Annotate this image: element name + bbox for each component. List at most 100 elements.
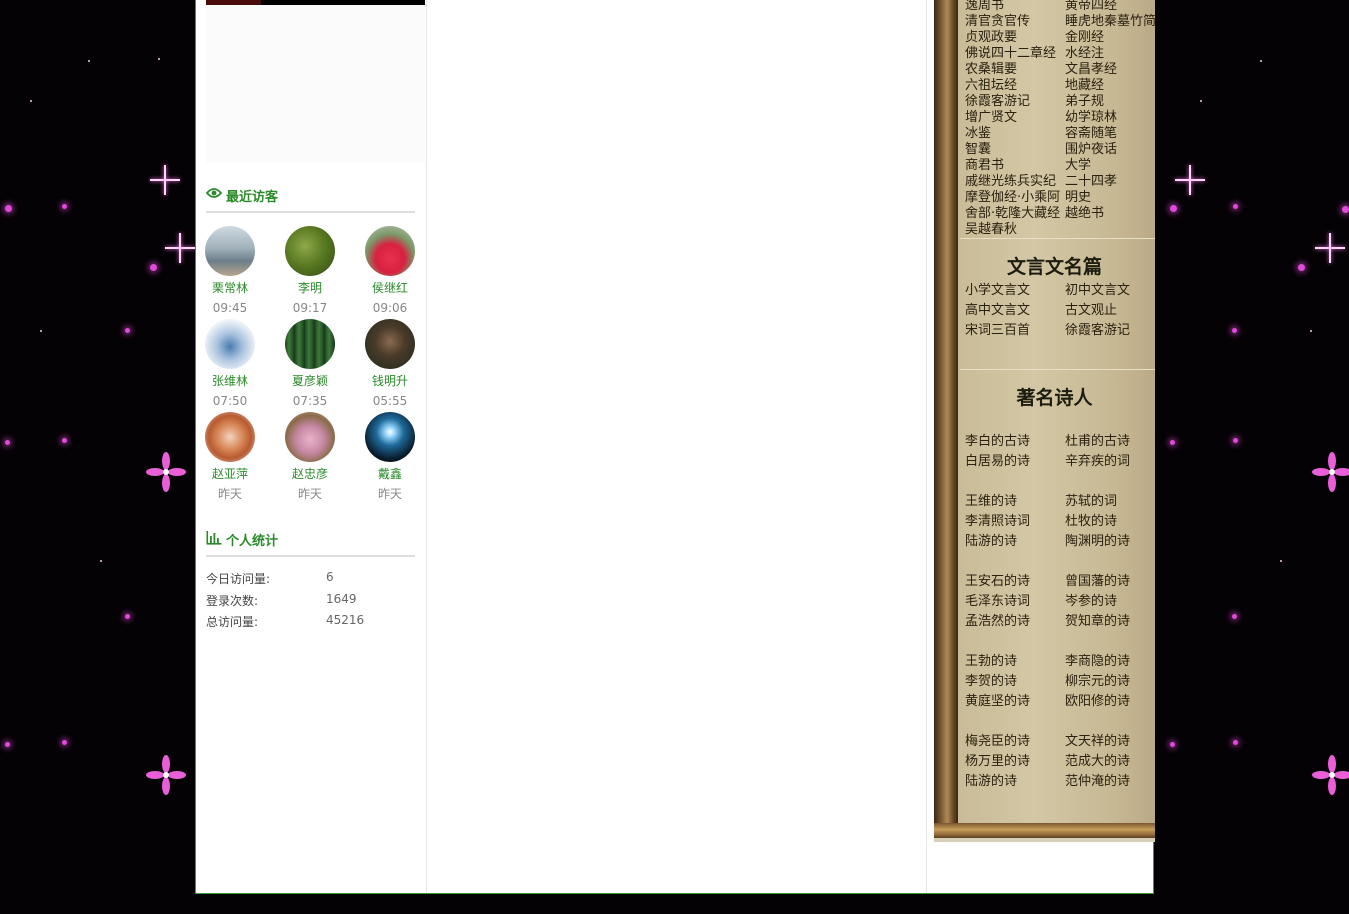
avatar[interactable] <box>205 319 255 369</box>
scroll-link[interactable]: 孟浩然的诗 <box>965 614 1030 630</box>
scroll-link[interactable]: 杨万里的诗 <box>965 754 1030 770</box>
scroll-link[interactable]: 冰鉴 <box>965 126 991 142</box>
media-player[interactable] <box>206 0 425 163</box>
scroll-link[interactable]: 金刚经 <box>1065 30 1104 46</box>
scroll-link[interactable]: 贞观政要 <box>965 30 1017 46</box>
scroll-link[interactable]: 越绝书 <box>1065 206 1104 222</box>
scroll-link[interactable]: 王安石的诗 <box>965 574 1030 590</box>
visitor-card[interactable]: 夏彦颖 07:35 <box>280 319 340 409</box>
scroll-link[interactable]: 增广贤文 <box>965 110 1017 126</box>
scroll-link[interactable]: 初中文言文 <box>1065 283 1130 299</box>
scroll-link[interactable]: 徐霞客游记 <box>965 94 1030 110</box>
scroll-link[interactable]: 商君书 <box>965 158 1004 174</box>
scroll-link[interactable]: 幼学琼林 <box>1065 110 1117 126</box>
scroll-link[interactable]: 戚继光练兵实纪 <box>965 174 1056 190</box>
visitor-name[interactable]: 钱明升 <box>360 372 420 390</box>
scroll-link[interactable]: 围炉夜话 <box>1065 142 1117 158</box>
scroll-link[interactable]: 文昌孝经 <box>1065 62 1117 78</box>
scroll-link[interactable]: 贺知章的诗 <box>1065 614 1130 630</box>
scroll-link[interactable]: 农桑辑要 <box>965 62 1017 78</box>
sparkle <box>1232 614 1237 619</box>
scroll-link[interactable]: 地藏经 <box>1065 78 1104 94</box>
scroll-link[interactable]: 曾国藩的诗 <box>1065 574 1130 590</box>
scroll-link[interactable]: 弟子规 <box>1065 94 1104 110</box>
scroll-link[interactable]: 杜甫的古诗 <box>1065 434 1130 450</box>
visitor-card[interactable]: 李明 09:17 <box>280 226 340 316</box>
scroll-link[interactable]: 范成大的诗 <box>1065 754 1130 770</box>
scroll-link[interactable]: 智囊 <box>965 142 991 158</box>
scroll-link[interactable]: 睡虎地秦墓竹简 <box>1065 14 1156 30</box>
scroll-link[interactable]: 陆游的诗 <box>965 774 1017 790</box>
avatar[interactable] <box>205 412 255 462</box>
scroll-bottom-roll <box>934 823 1155 839</box>
scroll-link[interactable]: 欧阳修的诗 <box>1065 694 1130 710</box>
scroll-link[interactable]: 水经注 <box>1065 46 1104 62</box>
scroll-link[interactable]: 范仲淹的诗 <box>1065 774 1130 790</box>
scroll-link[interactable]: 杜牧的诗 <box>1065 514 1117 530</box>
scroll-link[interactable]: 高中文言文 <box>965 303 1030 319</box>
visitor-name[interactable]: 赵亚萍 <box>200 465 260 483</box>
scroll-link[interactable]: 宋词三百首 <box>965 323 1030 339</box>
scroll-link[interactable]: 柳宗元的诗 <box>1065 674 1130 690</box>
visitor-name[interactable]: 赵忠彦 <box>280 465 340 483</box>
scroll-link[interactable]: 白居易的诗 <box>965 454 1030 470</box>
scroll-link[interactable]: 六祖坛经 <box>965 78 1017 94</box>
scroll-link[interactable]: 李清照诗词 <box>965 514 1030 530</box>
avatar[interactable] <box>285 412 335 462</box>
avatar[interactable] <box>205 226 255 276</box>
scroll-link[interactable]: 毛泽东诗词 <box>965 594 1030 610</box>
visitor-card[interactable]: 侯继红 09:06 <box>360 226 420 316</box>
scroll-link[interactable]: 舍部·乾隆大藏经 <box>965 206 1060 222</box>
visitor-name[interactable]: 栗常林 <box>200 279 260 297</box>
scroll-link[interactable]: 李白的古诗 <box>965 434 1030 450</box>
scroll-link[interactable]: 吴越春秋 <box>965 222 1017 238</box>
visitor-name[interactable]: 夏彦颖 <box>280 372 340 390</box>
scroll-link[interactable]: 容斋随笔 <box>1065 126 1117 142</box>
sparkle <box>1170 205 1177 212</box>
scroll-link[interactable]: 明史 <box>1065 190 1091 206</box>
scroll-link[interactable]: 黄庭坚的诗 <box>965 694 1030 710</box>
scroll-link[interactable]: 王勃的诗 <box>965 654 1017 670</box>
avatar[interactable] <box>365 319 415 369</box>
progress-bar[interactable] <box>206 0 425 5</box>
scroll-link[interactable]: 陶渊明的诗 <box>1065 534 1130 550</box>
stat-label: 总访问量: <box>206 615 259 629</box>
scroll-link[interactable]: 古文观止 <box>1065 303 1117 319</box>
scroll-link[interactable]: 王维的诗 <box>965 494 1017 510</box>
scroll-link[interactable]: 摩登伽经·小乘阿 <box>965 190 1060 206</box>
visitor-card[interactable]: 钱明升 05:55 <box>360 319 420 409</box>
scroll-link[interactable]: 李贺的诗 <box>965 674 1017 690</box>
scroll-link[interactable]: 梅尧臣的诗 <box>965 734 1030 750</box>
scroll-link[interactable]: 苏轼的词 <box>1065 494 1117 510</box>
visitor-name[interactable]: 李明 <box>280 279 340 297</box>
scroll-link[interactable]: 大学 <box>1065 158 1091 174</box>
avatar[interactable] <box>285 226 335 276</box>
scroll-link[interactable]: 小学文言文 <box>965 283 1030 299</box>
scroll-link[interactable]: 佛说四十二章经 <box>965 46 1056 62</box>
scroll-link[interactable]: 黄帝四经 <box>1065 0 1117 14</box>
visitor-card[interactable]: 赵亚萍 昨天 <box>200 412 260 502</box>
visitor-name[interactable]: 张维林 <box>200 372 260 390</box>
scroll-link[interactable]: 李商隐的诗 <box>1065 654 1130 670</box>
scroll-link[interactable]: 清官贪官传 <box>965 14 1030 30</box>
scroll-rod <box>934 0 958 835</box>
scroll-link[interactable]: 二十四孝 <box>1065 174 1117 190</box>
scroll-link[interactable]: 徐霞客游记 <box>1065 323 1130 339</box>
visitor-name[interactable]: 侯继红 <box>360 279 420 297</box>
visitor-card[interactable]: 戴鑫 昨天 <box>360 412 420 502</box>
visitor-card[interactable]: 赵忠彦 昨天 <box>280 412 340 502</box>
scroll-link[interactable]: 逸周书 <box>965 0 1004 14</box>
scroll-link[interactable]: 岑参的诗 <box>1065 594 1117 610</box>
avatar[interactable] <box>365 412 415 462</box>
scroll-link[interactable]: 文天祥的诗 <box>1065 734 1130 750</box>
stat-label: 登录次数: <box>206 594 259 608</box>
visitor-name[interactable]: 戴鑫 <box>360 465 420 483</box>
recent-visitors-header: 最近访客 <box>206 181 415 213</box>
visitor-card[interactable]: 张维林 07:50 <box>200 319 260 409</box>
avatar[interactable] <box>285 319 335 369</box>
avatar[interactable] <box>365 226 415 276</box>
visit-time: 09:45 <box>212 301 248 315</box>
scroll-link[interactable]: 陆游的诗 <box>965 534 1017 550</box>
scroll-link[interactable]: 辛弃疾的词 <box>1065 454 1130 470</box>
visitor-card[interactable]: 栗常林 09:45 <box>200 226 260 316</box>
